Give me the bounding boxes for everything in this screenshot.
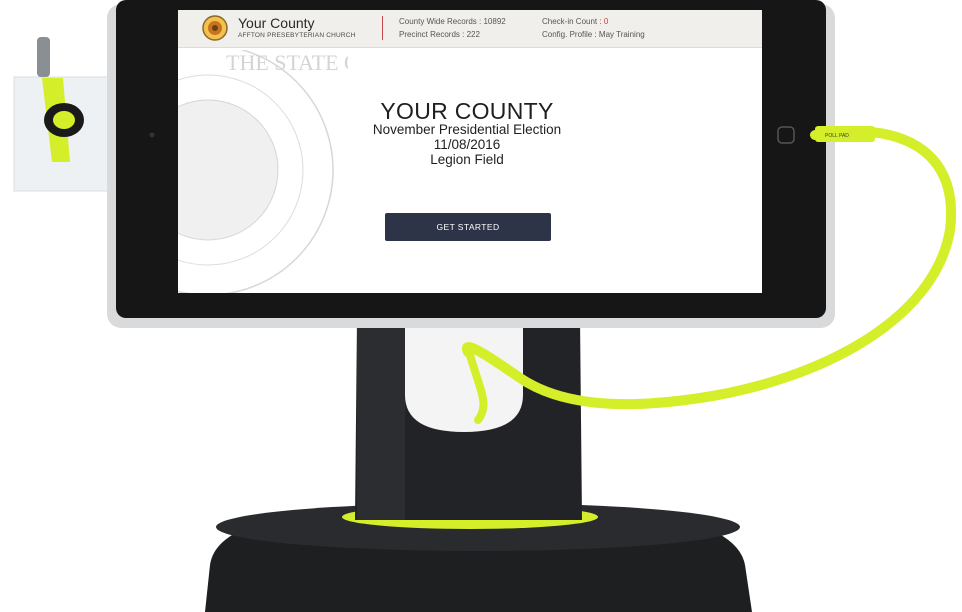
svg-text:POLL PAD: POLL PAD	[825, 133, 849, 139]
missouri-seal: THE STATE OF MISSOURI	[178, 50, 348, 293]
checkin-count-value: 0	[603, 17, 609, 26]
get-started-button[interactable]: GET STARTED	[385, 213, 551, 241]
config-profile-stat: Config. Profile : May Training	[542, 30, 645, 39]
election-location: Legion Field	[430, 152, 504, 167]
svg-text:THE STATE OF MISSOURI: THE STATE OF MISSOURI	[226, 50, 348, 75]
tablet-screen: THE STATE OF MISSOURI Your County AFFTON…	[178, 10, 762, 293]
checkin-count-stat: Check-in Count : 0	[542, 17, 609, 26]
header-bar: Your County AFFTON PRESEBYTERIAN CHURCH …	[178, 10, 762, 48]
brand-name: Your County	[238, 15, 315, 31]
county-logo-icon	[202, 15, 228, 41]
election-name: November Presidential Election	[372, 122, 562, 137]
page-title: YOUR COUNTY	[380, 98, 554, 124]
header-divider	[382, 16, 383, 40]
precinct-records-stat: Precinct Records : 222	[399, 30, 480, 39]
election-date: 11/08/2016	[433, 137, 501, 152]
brand-subtitle: AFFTON PRESEBYTERIAN CHURCH	[238, 32, 356, 39]
county-records-stat: County Wide Records : 10892	[399, 17, 506, 26]
